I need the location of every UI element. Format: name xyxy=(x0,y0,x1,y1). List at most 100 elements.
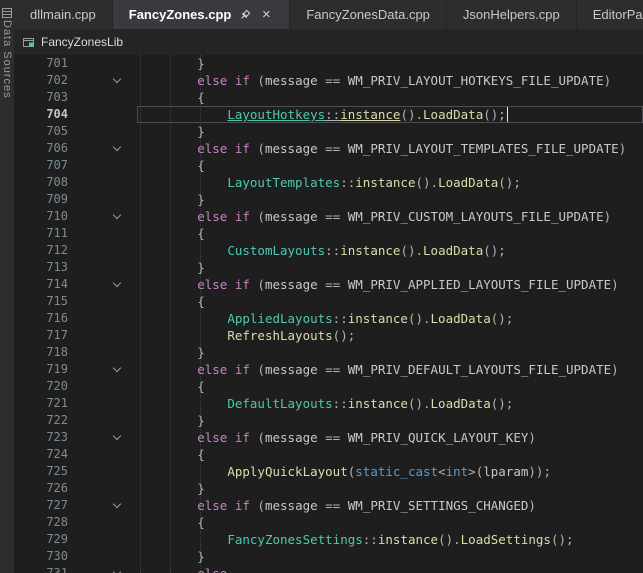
code-text[interactable]: else if (message == WM_PRIV_LAYOUT_HOTKE… xyxy=(137,72,643,89)
code-area: 701 } 702 else if (message == WM_PRIV_LAY… xyxy=(14,55,643,573)
fold-gutter xyxy=(68,548,137,565)
fold-gutter xyxy=(68,174,137,191)
fold-gutter xyxy=(68,395,137,412)
code-text[interactable]: CustomLayouts::instance().LoadData(); xyxy=(137,242,643,259)
line-number[interactable]: 714 xyxy=(14,276,68,293)
line-number[interactable]: 718 xyxy=(14,344,68,361)
code-text[interactable]: AppliedLayouts::instance().LoadData(); xyxy=(137,310,643,327)
tab-jsonhelpers-cpp[interactable]: JsonHelpers.cpp xyxy=(447,0,577,29)
line-number[interactable]: 715 xyxy=(14,293,68,310)
line-number[interactable]: 720 xyxy=(14,378,68,395)
code-text[interactable]: else if (message == WM_PRIV_QUICK_LAYOUT… xyxy=(137,429,643,446)
line-number[interactable]: 709 xyxy=(14,191,68,208)
code-text[interactable]: FancyZonesSettings::instance().LoadSetti… xyxy=(137,531,643,548)
code-text[interactable]: else if (message == WM_PRIV_CUSTOM_LAYOU… xyxy=(137,208,643,225)
code-line-731: 731 else xyxy=(14,565,643,573)
code-text[interactable]: { xyxy=(137,514,643,531)
code-line-728: 728 { xyxy=(14,514,643,531)
line-number[interactable]: 706 xyxy=(14,140,68,157)
line-number[interactable]: 705 xyxy=(14,123,68,140)
line-number[interactable]: 724 xyxy=(14,446,68,463)
fold-gutter xyxy=(68,276,137,293)
code-text[interactable]: LayoutHotkeys::instance().LoadData(); xyxy=(137,106,643,123)
code-text[interactable]: { xyxy=(137,446,643,463)
close-icon[interactable]: × xyxy=(259,8,273,22)
code-line-705: 705 } xyxy=(14,123,643,140)
fold-gutter xyxy=(68,140,137,157)
code-text[interactable]: else if (message == WM_PRIV_APPLIED_LAYO… xyxy=(137,276,643,293)
fold-gutter xyxy=(68,89,137,106)
line-number[interactable]: 722 xyxy=(14,412,68,429)
code-text[interactable]: { xyxy=(137,378,643,395)
project-dropdown[interactable]: FancyZonesLib xyxy=(41,35,123,49)
line-number[interactable]: 713 xyxy=(14,259,68,276)
code-text[interactable]: LayoutTemplates::instance().LoadData(); xyxy=(137,174,643,191)
fold-chevron-icon[interactable] xyxy=(113,279,121,287)
line-number[interactable]: 731 xyxy=(14,565,68,573)
code-text[interactable]: ApplyQuickLayout(static_cast<int>(lparam… xyxy=(137,463,643,480)
fold-chevron-icon[interactable] xyxy=(113,500,121,508)
code-text[interactable]: else xyxy=(137,565,643,573)
code-text[interactable]: } xyxy=(137,123,643,140)
code-text[interactable]: } xyxy=(137,259,643,276)
line-number[interactable]: 707 xyxy=(14,157,68,174)
line-number[interactable]: 730 xyxy=(14,548,68,565)
code-text[interactable]: { xyxy=(137,89,643,106)
code-text[interactable]: else if (message == WM_PRIV_LAYOUT_TEMPL… xyxy=(137,140,643,157)
fold-gutter xyxy=(68,463,137,480)
fold-chevron-icon[interactable] xyxy=(113,432,121,440)
line-number[interactable]: 711 xyxy=(14,225,68,242)
line-number[interactable]: 723 xyxy=(14,429,68,446)
code-line-730: 730 } xyxy=(14,548,643,565)
line-number[interactable]: 704 xyxy=(14,106,68,123)
line-number[interactable]: 719 xyxy=(14,361,68,378)
code-line-722: 722 } xyxy=(14,412,643,429)
code-text[interactable]: else if (message == WM_PRIV_DEFAULT_LAYO… xyxy=(137,361,643,378)
code-text[interactable]: } xyxy=(137,412,643,429)
line-number[interactable]: 708 xyxy=(14,174,68,191)
line-number[interactable]: 702 xyxy=(14,72,68,89)
code-line-717: 717 RefreshLayouts(); xyxy=(14,327,643,344)
tab-dllmain-cpp[interactable]: dllmain.cpp xyxy=(14,0,113,29)
code-text[interactable]: } xyxy=(137,191,643,208)
tab-label: dllmain.cpp xyxy=(30,7,96,22)
line-number[interactable]: 703 xyxy=(14,89,68,106)
line-number[interactable]: 721 xyxy=(14,395,68,412)
tab-editorparamet[interactable]: EditorParamet xyxy=(577,0,643,29)
code-line-714: 714 else if (message == WM_PRIV_APPLIED_… xyxy=(14,276,643,293)
code-text[interactable]: } xyxy=(137,548,643,565)
line-number[interactable]: 726 xyxy=(14,480,68,497)
tab-label: EditorParamet xyxy=(593,7,643,22)
fold-chevron-icon[interactable] xyxy=(113,143,121,151)
fold-chevron-icon[interactable] xyxy=(113,568,121,573)
code-line-709: 709 } xyxy=(14,191,643,208)
line-number[interactable]: 727 xyxy=(14,497,68,514)
code-text[interactable]: DefaultLayouts::instance().LoadData(); xyxy=(137,395,643,412)
line-number[interactable]: 725 xyxy=(14,463,68,480)
code-text[interactable]: } xyxy=(137,344,643,361)
fold-chevron-icon[interactable] xyxy=(113,364,121,372)
fold-gutter xyxy=(68,259,137,276)
code-text[interactable]: RefreshLayouts(); xyxy=(137,327,643,344)
side-tab-data-sources[interactable]: Data Sources xyxy=(0,0,14,99)
line-number[interactable]: 716 xyxy=(14,310,68,327)
code-text[interactable]: else if (message == WM_PRIV_SETTINGS_CHA… xyxy=(137,497,643,514)
code-text[interactable]: { xyxy=(137,157,643,174)
line-number[interactable]: 712 xyxy=(14,242,68,259)
line-number[interactable]: 701 xyxy=(14,55,68,72)
line-number[interactable]: 728 xyxy=(14,514,68,531)
line-number[interactable]: 729 xyxy=(14,531,68,548)
tab-fancyzonesdata-cpp[interactable]: FancyZonesData.cpp xyxy=(290,0,447,29)
code-text[interactable]: } xyxy=(137,55,643,72)
code-line-706: 706 else if (message == WM_PRIV_LAYOUT_T… xyxy=(14,140,643,157)
code-text[interactable]: { xyxy=(137,225,643,242)
code-text[interactable]: { xyxy=(137,293,643,310)
pin-icon[interactable] xyxy=(238,8,252,22)
line-number[interactable]: 710 xyxy=(14,208,68,225)
tab-fancyzones-cpp[interactable]: FancyZones.cpp× xyxy=(113,0,291,29)
fold-chevron-icon[interactable] xyxy=(113,211,121,219)
line-number[interactable]: 717 xyxy=(14,327,68,344)
fold-gutter xyxy=(68,72,137,89)
fold-chevron-icon[interactable] xyxy=(113,75,121,83)
code-text[interactable]: } xyxy=(137,480,643,497)
